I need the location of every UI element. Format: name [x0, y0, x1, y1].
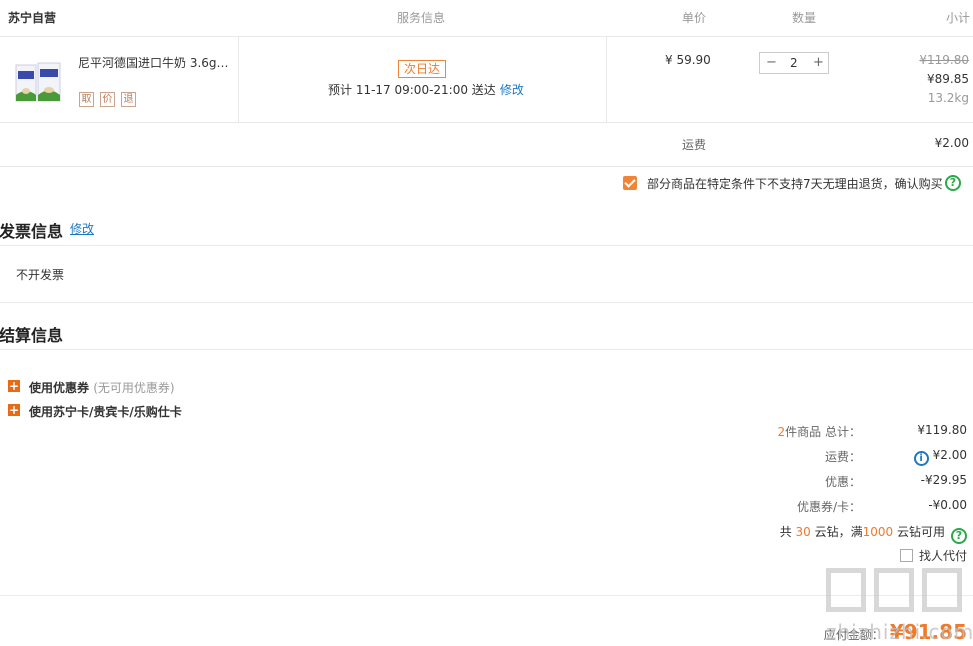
- summary-total-label: 2件商品 总计：: [777, 425, 861, 439]
- item-weight: 13.2kg: [927, 91, 969, 105]
- delivery-eta: 预计 11-17 09:00-21:00 送达 修改: [328, 81, 524, 98]
- coupon-option[interactable]: 使用优惠券 (无可用优惠券): [29, 379, 175, 396]
- next-day-badge: 次日达: [398, 60, 447, 78]
- col-quantity: 数量: [792, 11, 817, 25]
- cloud-min: 1000: [862, 525, 894, 539]
- invoice-edit-link[interactable]: 修改: [70, 220, 94, 237]
- expand-card-icon[interactable]: +: [8, 404, 20, 416]
- cart-item-row: 尼平河德国进口牛奶 3.6g蛋白质 全脂纯牛奶 1L*12盒 取价退 次日达 预…: [0, 37, 973, 123]
- expand-coupon-icon[interactable]: +: [8, 380, 20, 392]
- shipping-label: 运费: [682, 138, 707, 152]
- watermark-logo-box: [922, 568, 962, 612]
- shipping-row: 运费 ¥2.00: [0, 123, 973, 167]
- help-icon[interactable]: ?: [945, 175, 961, 191]
- item-subtotal: ¥89.85: [927, 72, 969, 86]
- watermark: zhizhizhi.com: [822, 560, 973, 646]
- col-divider: [606, 37, 607, 123]
- product-image[interactable]: [14, 61, 62, 105]
- freight-value: ¥2.00: [932, 448, 967, 462]
- discount-value: -¥29.95: [920, 473, 967, 487]
- col-divider: [238, 37, 239, 123]
- divider: [0, 245, 973, 246]
- unit-price: ¥ 59.90: [665, 53, 711, 67]
- couponcard-value: -¥0.00: [928, 498, 967, 512]
- qty-decrement-button[interactable]: −: [766, 55, 777, 70]
- eta-text: 预计 11-17 09:00-21:00 送达: [328, 83, 496, 97]
- cart-header: 苏宁自营 服务信息 单价 数量 小计: [0, 0, 973, 37]
- eta-edit-link[interactable]: 修改: [500, 83, 524, 97]
- qty-increment-button[interactable]: +: [813, 55, 824, 70]
- help-icon[interactable]: ?: [951, 528, 967, 544]
- divider: [0, 302, 973, 303]
- tag-price: 价: [100, 92, 115, 107]
- tag-return: 退: [121, 92, 136, 107]
- couponcard-label: 优惠券/卡：: [796, 500, 861, 514]
- shipping-value: ¥2.00: [934, 136, 969, 150]
- settlement-title: 结算信息: [0, 326, 64, 345]
- freight-value-wrap: i ¥2.00: [913, 448, 967, 466]
- freight-label: 运费：: [824, 450, 861, 464]
- col-subtotal: 小计: [946, 11, 971, 25]
- watermark-logo-box: [826, 568, 866, 612]
- col-unit-price: 单价: [682, 11, 707, 25]
- confirm-checkbox[interactable]: [623, 176, 637, 190]
- coupon-note: (无可用优惠券): [93, 381, 175, 395]
- cloud-count: 30: [795, 525, 811, 539]
- summary-total-value: ¥119.80: [917, 423, 967, 437]
- coupon-label[interactable]: 使用优惠券: [29, 381, 89, 395]
- cloud-diamond-info: 共 30 云钻，满1000 云钻可用?: [780, 523, 967, 544]
- confirm-text: 部分商品在特定条件下不支持7天无理由退货，确认购买: [647, 177, 943, 191]
- store-name: 苏宁自营: [8, 11, 57, 25]
- watermark-logo-box: [874, 568, 914, 612]
- card-option[interactable]: 使用苏宁卡/贵宾卡/乐购仕卡: [29, 403, 182, 420]
- col-service: 服务信息: [397, 11, 446, 25]
- tag-pickup: 取: [79, 92, 94, 107]
- divider: [0, 349, 973, 350]
- product-name[interactable]: 尼平河德国进口牛奶 3.6g蛋白质 全脂纯牛奶 1L*12盒: [78, 54, 238, 71]
- watermark-text: zhizhizhi.com: [826, 620, 973, 644]
- service-tags: 取价退: [79, 91, 142, 107]
- discount-label: 优惠：: [824, 475, 861, 489]
- qty-value[interactable]: 2: [790, 56, 798, 70]
- info-icon[interactable]: i: [913, 451, 929, 466]
- original-subtotal: ¥119.80: [919, 53, 969, 67]
- quantity-stepper[interactable]: − 2 +: [759, 52, 829, 74]
- invoice-value: 不开发票: [16, 268, 65, 282]
- invoice-title: 发票信息: [0, 222, 64, 241]
